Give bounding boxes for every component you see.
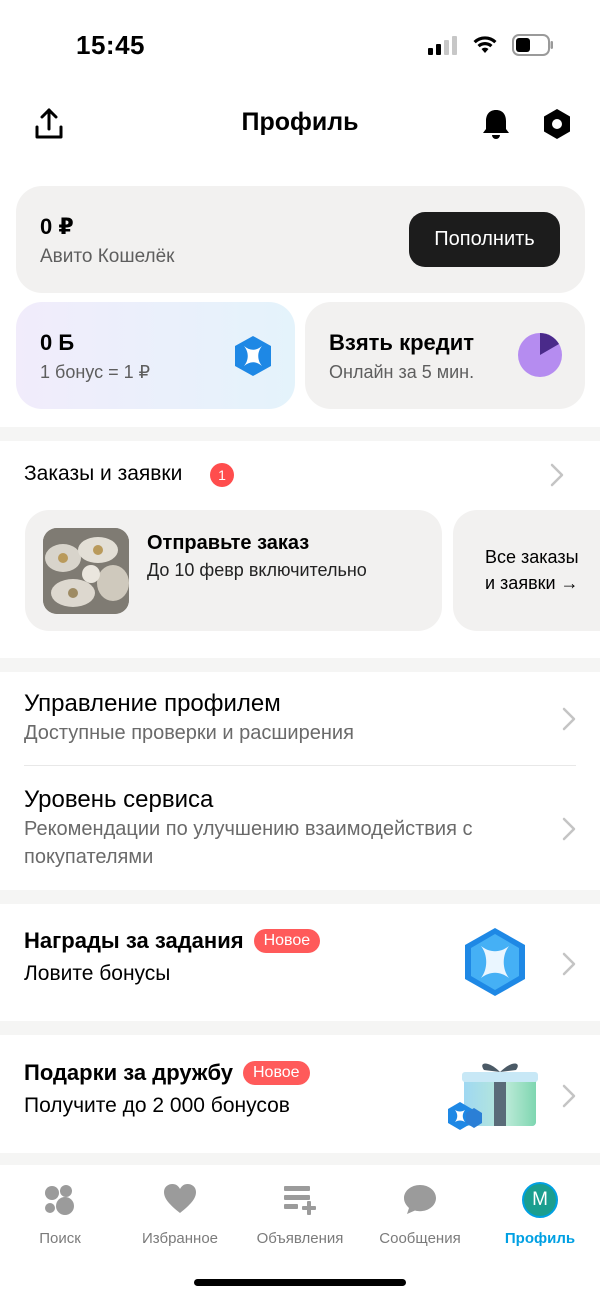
credit-title: Взять кредит xyxy=(329,330,475,355)
add-listing-icon xyxy=(284,1186,316,1215)
order-card[interactable]: Отправьте заказ До 10 февр включительно xyxy=(25,510,442,631)
service-level-row[interactable]: Уровень сервиса Рекомендации по улучшени… xyxy=(24,785,576,871)
row-title: Управление профилем xyxy=(24,690,281,717)
chevron-right-icon xyxy=(550,463,564,487)
avatar-letter: М xyxy=(532,1189,548,1210)
profile-management-row[interactable]: Управление профилем Доступные проверки и… xyxy=(24,689,576,747)
bell-icon[interactable] xyxy=(476,104,516,144)
section-divider xyxy=(0,1153,600,1165)
tab-messages[interactable]: Сообщения xyxy=(360,1182,480,1247)
gift-box-icon xyxy=(448,1063,538,1130)
task-rewards-row[interactable]: Награды за задания Новое Ловите бонусы xyxy=(24,928,576,996)
topup-button[interactable]: Пополнить xyxy=(409,212,560,267)
tab-label: Объявления xyxy=(256,1230,344,1247)
order-deadline: До 10 февр включительно xyxy=(147,560,367,580)
bonus-hexagon-icon xyxy=(233,334,273,383)
tab-favorites[interactable]: Избранное xyxy=(120,1182,240,1247)
status-icons xyxy=(428,34,554,56)
battery-icon xyxy=(512,34,553,56)
all-orders-link: Все заказы и заявки → xyxy=(485,544,600,596)
wallet-card[interactable]: 0 ₽ Авито Кошелёк Пополнить xyxy=(16,186,585,293)
tab-label: Профиль xyxy=(504,1230,576,1247)
avatar: М xyxy=(522,1182,558,1218)
wallet-label: Авито Кошелёк xyxy=(40,246,175,267)
bonus-card[interactable]: 0 Б 1 бонус = 1 ₽ xyxy=(16,302,295,409)
tab-label: Избранное xyxy=(141,1230,219,1247)
orders-label: Заказы и заявки xyxy=(24,462,183,485)
section-divider xyxy=(0,427,600,441)
orders-count-badge: 1 xyxy=(210,463,234,487)
row-divider xyxy=(24,765,576,766)
promo-title: Подарки за дружбу xyxy=(24,1060,233,1085)
row-title: Уровень сервиса xyxy=(24,786,214,813)
status-bar: 15:45 xyxy=(0,0,600,90)
section-divider xyxy=(0,1021,600,1035)
pie-clock-icon xyxy=(517,332,563,383)
order-title: Отправьте заказ xyxy=(147,532,310,554)
all-orders-card[interactable]: Все заказы и заявки → xyxy=(453,510,600,631)
credit-card[interactable]: Взять кредит Онлайн за 5 мин. xyxy=(305,302,585,409)
heart-icon xyxy=(164,1184,196,1213)
new-badge: Новое xyxy=(253,929,321,953)
signal-icon xyxy=(428,36,457,55)
settings-icon[interactable] xyxy=(537,104,577,144)
rewards-hexagon-icon xyxy=(465,928,525,996)
promo-title: Награды за задания xyxy=(24,928,244,953)
tab-label: Поиск xyxy=(39,1230,81,1247)
orders-header[interactable]: Заказы и заявки 1 xyxy=(24,460,584,492)
bonus-rate: 1 бонус = 1 ₽ xyxy=(40,362,151,382)
bonus-amount: 0 Б xyxy=(40,330,75,355)
chevron-right-icon xyxy=(562,952,576,976)
section-divider xyxy=(0,658,600,672)
section-divider xyxy=(0,890,600,904)
search-dots-icon xyxy=(45,1185,74,1215)
home-indicator xyxy=(194,1279,406,1286)
wifi-icon xyxy=(473,36,497,53)
tab-search[interactable]: Поиск xyxy=(0,1182,120,1247)
chevron-right-icon xyxy=(562,817,576,841)
tab-label: Сообщения xyxy=(379,1230,461,1247)
tab-profile[interactable]: М Профиль xyxy=(480,1182,600,1247)
new-badge: Новое xyxy=(243,1061,310,1085)
wallet-amount: 0 ₽ xyxy=(40,214,74,239)
chat-bubble-icon xyxy=(404,1185,436,1214)
row-subtitle: Рекомендации по улучшению взаимодействия… xyxy=(24,818,473,868)
chevron-right-icon xyxy=(562,707,576,731)
row-subtitle: Доступные проверки и расширения xyxy=(24,722,354,744)
header: Профиль xyxy=(0,96,600,152)
order-thumbnail xyxy=(43,528,129,614)
tab-listings[interactable]: Объявления xyxy=(240,1182,360,1247)
all-orders-line2: и заявки → xyxy=(485,573,579,593)
credit-subtitle: Онлайн за 5 мин. xyxy=(329,362,475,382)
status-time: 15:45 xyxy=(76,30,145,60)
chevron-right-icon xyxy=(562,1084,576,1108)
friendship-gifts-row[interactable]: Подарки за дружбу Новое Получите до 2 00… xyxy=(24,1060,576,1130)
all-orders-line1: Все заказы xyxy=(485,547,579,567)
